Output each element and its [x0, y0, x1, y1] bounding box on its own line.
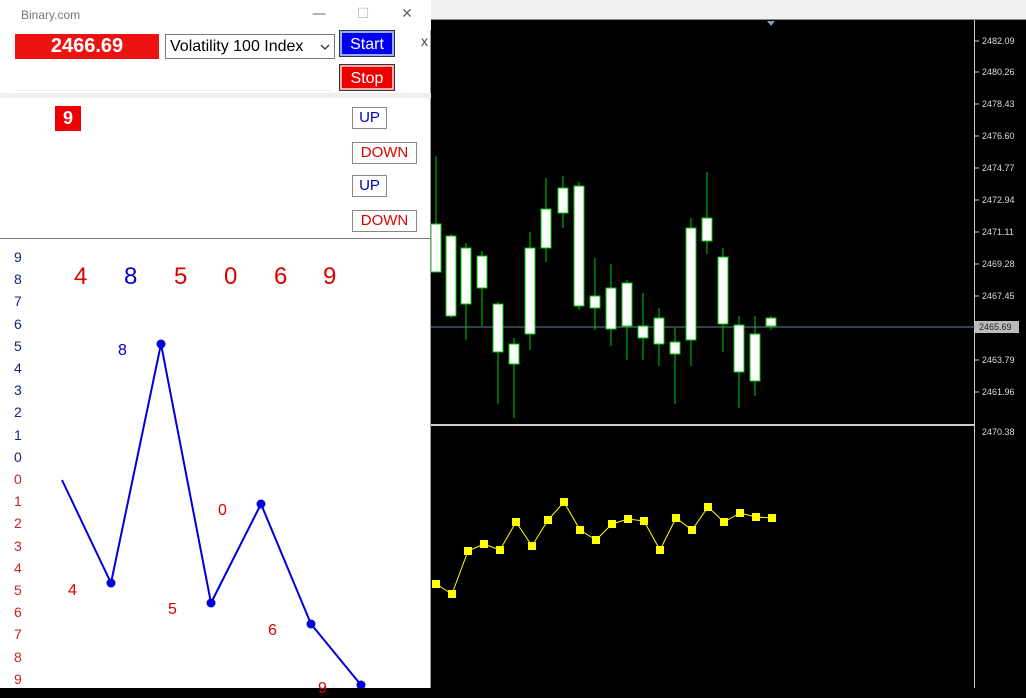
candle-body — [476, 255, 488, 289]
indicator-point — [480, 540, 488, 548]
price-axis-label: 2480.26 — [982, 67, 1015, 77]
candle-body — [765, 317, 777, 327]
signal-up-button[interactable]: UP — [352, 107, 387, 129]
digit-point — [156, 339, 166, 349]
digit-point — [206, 598, 216, 608]
price-axis-label: 2461.96 — [982, 387, 1015, 397]
indicator-axis-label: 2470.38 — [982, 427, 1015, 437]
indicator-point — [448, 590, 456, 598]
chevron-down-icon — [320, 35, 330, 67]
indicator-point — [528, 542, 536, 550]
indicator-point — [576, 526, 584, 534]
start-button[interactable]: Start — [339, 30, 395, 57]
price-axis-border — [974, 20, 975, 688]
signal-up-button[interactable]: UP — [352, 175, 387, 197]
candle-body — [733, 324, 745, 373]
indicator-point — [720, 518, 728, 526]
stop-button[interactable]: Stop — [339, 64, 395, 91]
digit-point — [106, 578, 116, 588]
price-axis-label: 2476.60 — [982, 131, 1015, 141]
last-digit-badge: 9 — [55, 106, 81, 131]
candle-body — [605, 287, 617, 330]
candle-body — [540, 208, 552, 249]
digit-point-label: 0 — [218, 502, 227, 519]
chart-toolbar-strip — [431, 0, 1026, 19]
candle-body — [557, 187, 569, 214]
digit-point-label: 4 — [68, 582, 77, 599]
candle-body — [669, 341, 681, 355]
price-axis-label: 2478.43 — [982, 99, 1015, 109]
window-titlebar[interactable]: Binary.com — ☐ ✕ — [0, 0, 431, 30]
indicator-point — [432, 580, 440, 588]
maximize-icon[interactable]: ☐ — [349, 4, 377, 24]
candle-body — [460, 247, 472, 305]
digit-point — [256, 499, 266, 509]
minimize-icon[interactable]: — — [305, 4, 333, 24]
symbol-select[interactable]: Volatility 100 Index — [165, 34, 335, 59]
candle-body — [589, 295, 601, 309]
chart-shift-marker — [767, 21, 775, 26]
divider-strip — [0, 93, 431, 98]
indicator-point — [672, 514, 680, 522]
panel-close-x[interactable]: x — [421, 33, 428, 49]
indicator-point — [704, 503, 712, 511]
price-axis-label: 2463.79 — [982, 355, 1015, 365]
digit-point-label: 5 — [168, 601, 177, 618]
digit-point-label: 6 — [268, 622, 277, 639]
amount-input[interactable] — [15, 66, 333, 91]
current-price-display: 2466.69 — [15, 34, 159, 59]
indicator-point — [464, 547, 472, 555]
signal-down-button[interactable]: DOWN — [352, 210, 417, 232]
indicator-point — [736, 509, 744, 517]
candle-body — [701, 217, 713, 242]
indicator-point — [768, 514, 776, 522]
candle-body — [524, 247, 536, 335]
price-axis-label: 2472.94 — [982, 195, 1015, 205]
indicator-point — [608, 520, 616, 528]
candle-body — [621, 282, 633, 327]
indicator-point — [640, 517, 648, 525]
indicator-point — [592, 536, 600, 544]
candle-body — [573, 185, 585, 307]
candle-body — [653, 317, 665, 345]
indicator-point — [496, 546, 504, 554]
symbol-select-value: Volatility 100 Index — [170, 38, 304, 55]
candle-body — [508, 343, 520, 365]
price-axis-label: 2469.28 — [982, 259, 1015, 269]
candle-body — [492, 303, 504, 353]
digit-point-label: 9 — [318, 680, 327, 697]
candle-body — [637, 325, 649, 339]
current-price-tag: 2465.69 — [979, 322, 1012, 332]
digit-point-label: 8 — [118, 342, 127, 359]
candle-body — [717, 256, 729, 325]
signal-down-button[interactable]: DOWN — [352, 142, 417, 164]
indicator-point — [512, 518, 520, 526]
price-axis-label: 2471.11 — [982, 227, 1014, 237]
candle-body — [430, 223, 442, 273]
indicator-point — [656, 546, 664, 554]
candle-body — [685, 227, 697, 341]
window-title: Binary.com — [21, 8, 81, 22]
price-axis-label: 2482.09 — [982, 36, 1015, 46]
digit-line-chart — [61, 339, 366, 688]
candle-body — [749, 333, 761, 382]
indicator-point — [544, 516, 552, 524]
indicator-point — [752, 513, 760, 521]
indicator-point — [624, 515, 632, 523]
candle-body — [445, 235, 457, 317]
indicator-point — [688, 526, 696, 534]
close-icon[interactable]: ✕ — [393, 4, 421, 24]
price-axis-label: 2467.45 — [982, 291, 1015, 301]
indicator-point — [560, 498, 568, 506]
price-axis-label: 2474.77 — [982, 163, 1015, 173]
digit-point — [306, 619, 316, 629]
digit-series-line — [61, 343, 362, 686]
binary-panel-window: Binary.com — ☐ ✕ 2466.69 Volatility 100 … — [0, 0, 431, 697]
